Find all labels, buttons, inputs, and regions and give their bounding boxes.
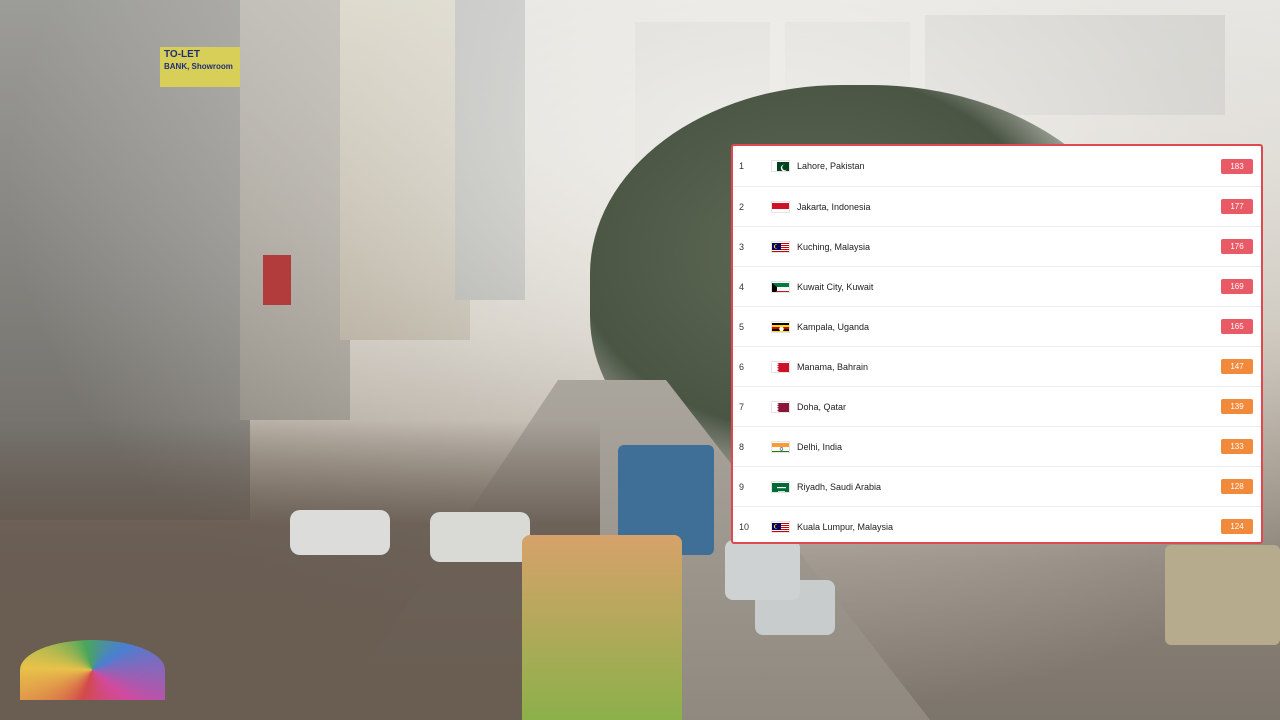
city-name: Kuala Lumpur, Malaysia <box>797 521 894 532</box>
rank-number: 6 <box>739 361 745 372</box>
indonesia-flag-icon <box>771 200 790 213</box>
city-name: Delhi, India <box>797 441 843 452</box>
rank-number: 4 <box>739 281 745 292</box>
rank-number: 3 <box>739 241 745 252</box>
bahrain-flag-icon <box>771 360 790 373</box>
city-name: Lahore, Pakistan <box>797 161 865 171</box>
sign-text: TO-LET <box>164 49 200 60</box>
city-name: Kuching, Malaysia <box>797 241 871 252</box>
city-name: Kampala, Uganda <box>797 321 870 332</box>
rank-number: 1 <box>739 161 745 171</box>
aqi-badge: 165 <box>1221 319 1253 334</box>
aqi-badge: 128 <box>1221 479 1253 494</box>
rank-number: 5 <box>739 321 745 332</box>
sign-text: BANK, Showroom <box>164 62 233 71</box>
ranking-row: 8 Delhi, India 133 <box>733 426 1261 466</box>
ranking-row: 4 Kuwait City, Kuwait 169 <box>733 266 1261 306</box>
ranking-row: 10 Kuala Lumpur, Malaysia 124 <box>733 506 1261 546</box>
rank-number: 8 <box>739 441 745 452</box>
uganda-flag-icon <box>771 320 790 333</box>
kuwait-flag-icon <box>771 280 790 293</box>
ranking-row: 5 Kampala, Uganda 165 <box>733 306 1261 346</box>
aqi-badge: 147 <box>1221 359 1253 374</box>
car <box>290 510 390 555</box>
malaysia-flag-icon <box>771 240 790 253</box>
rank-number: 9 <box>739 481 745 492</box>
ranking-row: 2 Jakarta, Indonesia 177 <box>733 186 1261 226</box>
rank-number: 10 <box>739 521 750 532</box>
ranking-row: 1 Lahore, Pakistan 183 <box>733 146 1261 186</box>
green-bus <box>522 535 682 720</box>
car <box>430 512 530 562</box>
shop-sign <box>263 255 291 305</box>
city-name: Kuwait City, Kuwait <box>797 281 874 292</box>
malaysia-flag-icon <box>771 520 790 533</box>
aqi-badge: 133 <box>1221 439 1253 454</box>
city-name: Riyadh, Saudi Arabia <box>797 481 882 492</box>
city-name: Manama, Bahrain <box>797 361 869 372</box>
aqi-badge: 169 <box>1221 279 1253 294</box>
aqi-badge: 176 <box>1221 239 1253 254</box>
saudi-arabia-flag-icon <box>771 480 790 493</box>
bus <box>1165 545 1280 645</box>
aqi-badge: 183 <box>1221 158 1253 174</box>
car <box>725 540 800 600</box>
ranking-row: 7 Doha, Qatar 139 <box>733 386 1261 426</box>
ranking-row: 3 Kuching, Malaysia 176 <box>733 226 1261 266</box>
aqi-badge: 139 <box>1221 399 1253 414</box>
qatar-flag-icon <box>771 400 790 413</box>
ranking-row: 9 Riyadh, Saudi Arabia 128 <box>733 466 1261 506</box>
ranking-row: 6 Manama, Bahrain 147 <box>733 346 1261 386</box>
city-aqi-ranking-panel: 1 Lahore, Pakistan 183 2 Jakarta, Indone… <box>731 144 1263 544</box>
pakistan-flag-icon <box>771 160 790 172</box>
aqi-badge: 124 <box>1221 519 1253 534</box>
city-name: Jakarta, Indonesia <box>797 201 871 212</box>
city-name: Doha, Qatar <box>797 401 847 412</box>
umbrella <box>20 640 165 700</box>
rank-number: 2 <box>739 201 745 212</box>
to-let-sign: TO-LET BANK, Showroom <box>160 47 240 87</box>
india-flag-icon <box>771 440 790 453</box>
rank-number: 7 <box>739 401 745 412</box>
aqi-badge: 177 <box>1221 199 1253 214</box>
